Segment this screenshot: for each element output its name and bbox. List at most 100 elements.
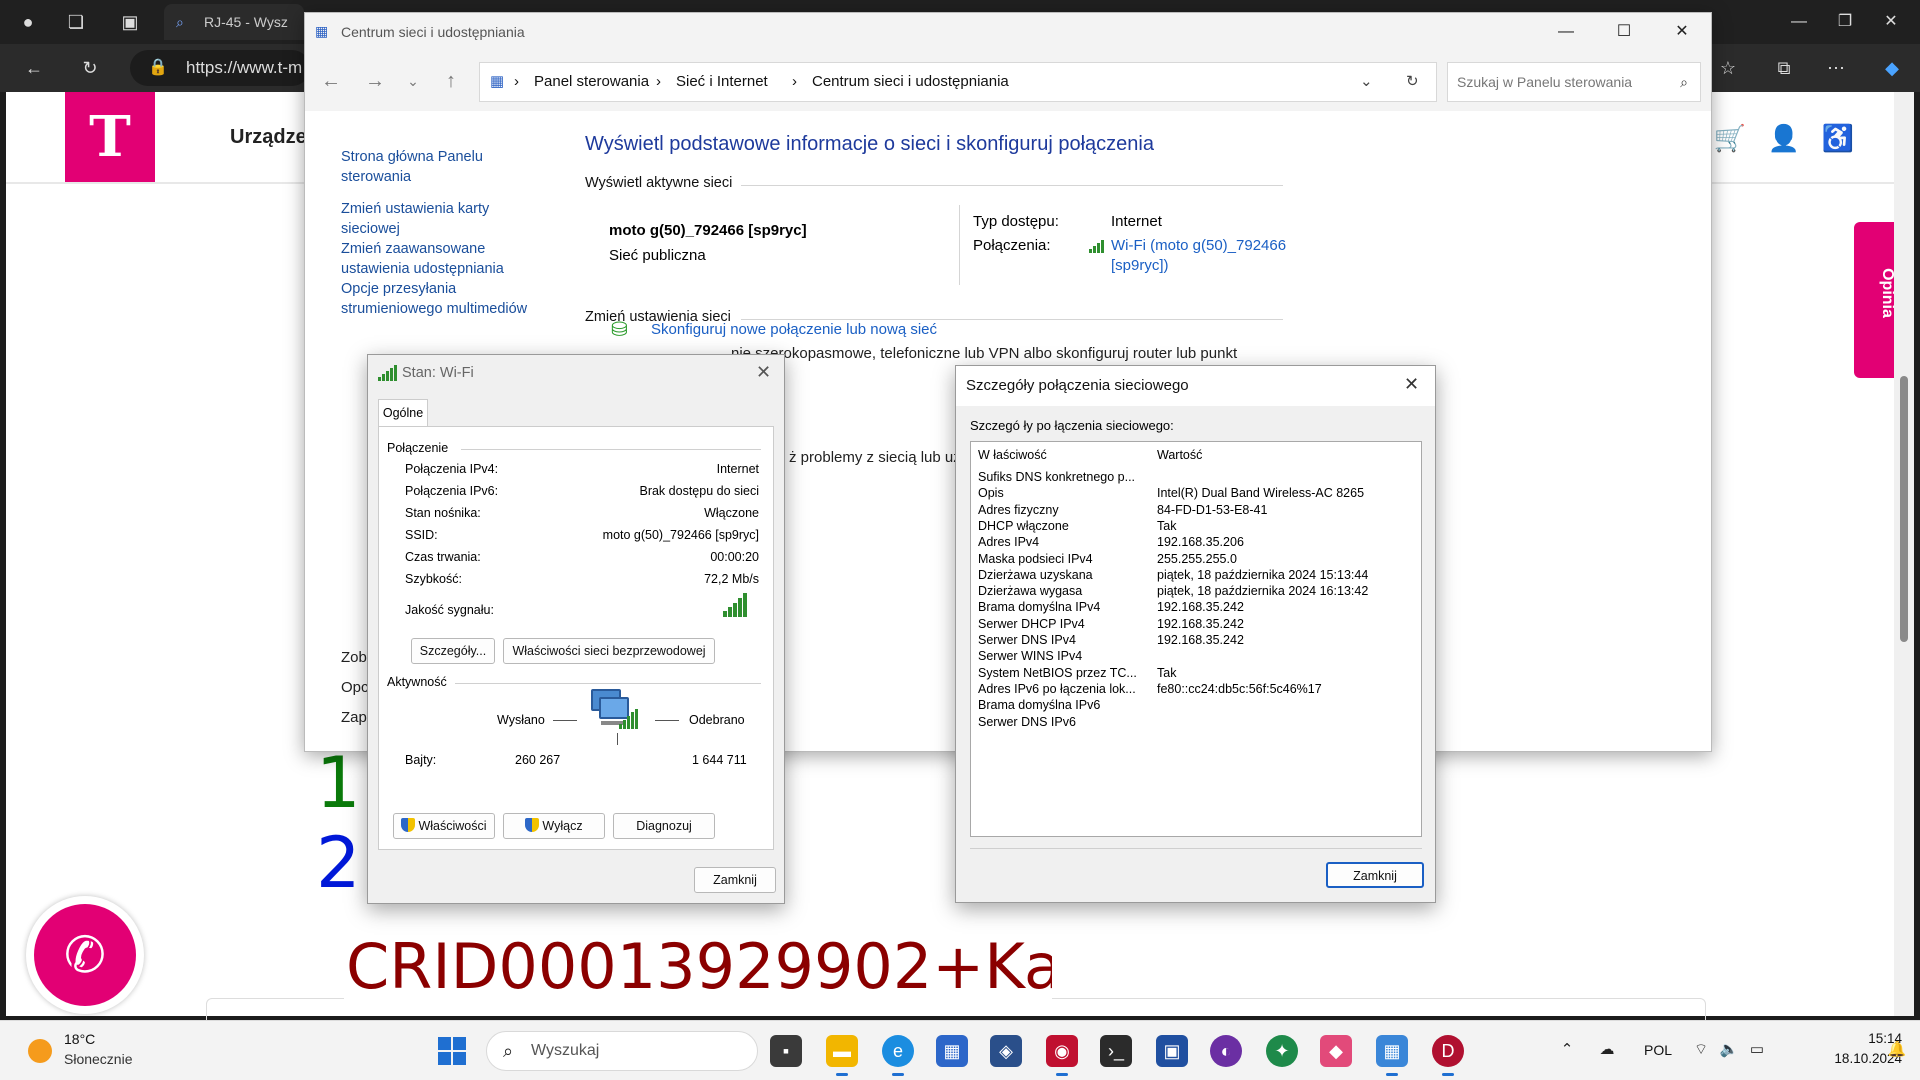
- globe-app-icon[interactable]: ✦: [1266, 1035, 1298, 1067]
- workspaces-icon[interactable]: ❏: [62, 8, 90, 36]
- breadcrumb-panel[interactable]: Panel sterowania: [534, 63, 649, 101]
- volume-icon[interactable]: 🔈: [1718, 1039, 1740, 1061]
- close-icon[interactable]: ✕: [1404, 374, 1419, 395]
- sun-icon[interactable]: [28, 1039, 52, 1063]
- path-dropdown-icon[interactable]: ⌄: [1360, 63, 1373, 101]
- breadcrumb-current[interactable]: Centrum sieci i udostępniania: [812, 63, 1009, 101]
- copilot-icon[interactable]: ◆: [1878, 54, 1906, 82]
- opinia-tab[interactable]: Opinia: [1854, 222, 1898, 378]
- file-explorer-icon[interactable]: ▬: [826, 1035, 858, 1076]
- control-panel-navbar: ← → ⌄ ↑ ▦ › Panel sterowania › Sieć i In…: [305, 51, 1711, 111]
- disable-button[interactable]: Wyłącz: [503, 813, 605, 839]
- battery-icon[interactable]: ▭: [1746, 1039, 1768, 1061]
- sent-line: [553, 720, 577, 721]
- collections-icon[interactable]: ⧉: [1770, 54, 1798, 82]
- taskbar-search-input[interactable]: ⌕ Wyszukaj: [486, 1031, 758, 1071]
- diagnose-button[interactable]: Diagnozuj: [613, 813, 715, 839]
- details-button[interactable]: Szczegóły...: [411, 638, 495, 664]
- table-row[interactable]: Serwer DNS IPv6: [971, 713, 1421, 733]
- store-icon[interactable]: ▦: [936, 1035, 968, 1067]
- nav-back-icon[interactable]: ←: [319, 69, 343, 93]
- details-close-button[interactable]: Zamknij: [1326, 862, 1424, 888]
- accessibility-icon[interactable]: ♿: [1820, 120, 1856, 156]
- nav-history-chevron-icon[interactable]: ⌄: [401, 69, 425, 93]
- address-text: https://www.t-m: [186, 58, 303, 77]
- speed-label: Szybkość:: [405, 572, 462, 586]
- wireless-properties-button[interactable]: Właściwości sieci bezprzewodowej: [503, 638, 715, 664]
- tab-actions-icon[interactable]: ▣: [116, 8, 144, 36]
- sidebar-link-advanced-sharing[interactable]: Zmień zaawansowane ustawienia udostępnia…: [341, 239, 551, 279]
- property-cell: Serwer DNS IPv6: [978, 714, 1076, 729]
- sidebar-link-adapter-settings[interactable]: Zmień ustawienia karty sieciowej: [341, 199, 551, 239]
- browser-restore-icon[interactable]: ❐: [1822, 4, 1868, 40]
- network-type-link[interactable]: Sieć publiczna: [609, 247, 706, 264]
- profile-avatar-icon[interactable]: ●: [14, 8, 42, 36]
- user-icon[interactable]: 👤: [1766, 120, 1802, 156]
- browser-minimize-icon[interactable]: —: [1776, 4, 1822, 40]
- sidebar-link-options[interactable]: Opc: [341, 679, 369, 696]
- wifi-status-dialog: Stan: Wi-Fi ✕ Ogólne Połączenie Połączen…: [367, 354, 785, 904]
- sidebar-link-firewall[interactable]: Zap: [341, 709, 367, 726]
- git-app-icon[interactable]: ◆: [1320, 1035, 1352, 1067]
- task-view-app-icon[interactable]: ▪: [770, 1035, 802, 1067]
- media-app-icon[interactable]: ◉: [1046, 1035, 1078, 1076]
- save-app-icon[interactable]: ▣: [1156, 1035, 1188, 1067]
- sent-label: Wysłano: [497, 713, 545, 727]
- received-line: [655, 720, 679, 721]
- details-list[interactable]: W łaściwość Wartość Sufiks DNS konkretne…: [970, 441, 1422, 837]
- address-bar[interactable]: 🔒 https://www.t-m: [130, 50, 310, 86]
- wifi-dialog-title: Stan: Wi-Fi: [402, 365, 474, 381]
- browser-tab-active[interactable]: ⌕ RJ-45 - Wysz: [164, 4, 304, 40]
- browser-close-icon[interactable]: ✕: [1868, 4, 1914, 40]
- properties-button[interactable]: Właściwości: [393, 813, 495, 839]
- onedrive-icon[interactable]: ☁: [1596, 1039, 1618, 1061]
- nav-up-icon[interactable]: ↑: [439, 69, 463, 93]
- control-panel-search-input[interactable]: Szukaj w Panelu sterowania ⌕: [1447, 62, 1701, 102]
- media-state-label: Stan nośnika:: [405, 506, 481, 520]
- wifi-close-button[interactable]: Zamknij: [694, 867, 776, 893]
- language-indicator[interactable]: POL: [1644, 1042, 1672, 1058]
- cp-close-icon[interactable]: ✕: [1653, 13, 1711, 51]
- control-panel-task-icon[interactable]: ▦: [1376, 1035, 1408, 1076]
- favorites-star-icon[interactable]: ☆: [1714, 54, 1742, 82]
- virtualbox-icon[interactable]: ◈: [990, 1035, 1022, 1067]
- close-icon[interactable]: ✕: [756, 362, 771, 383]
- weather-temperature[interactable]: 18°C: [64, 1031, 95, 1047]
- refresh-icon[interactable]: ↻: [76, 54, 104, 82]
- cp-minimize-icon[interactable]: —: [1537, 13, 1595, 51]
- wifi-connection-link-cont[interactable]: [sp9ryc]): [1111, 257, 1169, 274]
- weather-condition[interactable]: Słonecznie: [64, 1051, 133, 1067]
- web-nav-devices[interactable]: Urządze: [230, 126, 307, 149]
- breadcrumb-network[interactable]: Sieć i Internet: [676, 63, 768, 101]
- notifications-bell-icon[interactable]: 🔔: [1886, 1039, 1908, 1061]
- bytes-received-value: 1 644 711: [692, 753, 747, 767]
- terminal-icon[interactable]: ›_: [1100, 1035, 1132, 1067]
- nav-forward-icon[interactable]: →: [363, 69, 387, 93]
- value-cell: Tak: [1157, 665, 1177, 680]
- tab-general[interactable]: Ogólne: [378, 399, 428, 427]
- web-scroll-thumb[interactable]: [1900, 376, 1908, 642]
- cart-icon[interactable]: 🛒: [1712, 120, 1748, 156]
- tray-chevron-up-icon[interactable]: ⌃: [1556, 1039, 1578, 1061]
- sidebar-link-home[interactable]: Strona główna Panelu sterowania: [341, 147, 551, 187]
- start-button[interactable]: [438, 1037, 466, 1065]
- back-arrow-icon[interactable]: ←: [20, 54, 48, 82]
- column-header-property[interactable]: W łaściwość: [978, 448, 1047, 462]
- cp-maximize-icon[interactable]: ☐: [1595, 13, 1653, 51]
- github-icon[interactable]: ◐: [1210, 1035, 1242, 1067]
- sidebar-link-media-streaming[interactable]: Opcje przesyłania strumieniowego multime…: [341, 279, 551, 319]
- call-button[interactable]: ✆: [26, 896, 144, 1014]
- setup-new-connection-link[interactable]: Skonfiguruj nowe połączenie lub nową sie…: [651, 321, 937, 338]
- edge-browser-icon[interactable]: e: [882, 1035, 914, 1076]
- d-app-icon[interactable]: D: [1432, 1035, 1464, 1076]
- column-header-value[interactable]: Wartość: [1157, 448, 1202, 462]
- more-menu-icon[interactable]: ⋯: [1822, 54, 1850, 82]
- media-state-value: Włączone: [704, 506, 759, 520]
- wifi-connection-link[interactable]: Wi-Fi (moto g(50)_792466: [1111, 237, 1286, 254]
- sidebar-link-see-also[interactable]: Zob: [341, 649, 367, 666]
- details-list-label: Szczegó ły po łączenia sieciowego:: [970, 418, 1174, 433]
- breadcrumb[interactable]: ▦ › Panel sterowania › Sieć i Internet ›…: [479, 62, 1437, 102]
- wifi-tray-icon[interactable]: ⌔: [1690, 1039, 1712, 1061]
- path-refresh-icon[interactable]: ↻: [1406, 63, 1419, 101]
- t-mobile-logo[interactable]: T: [65, 92, 155, 182]
